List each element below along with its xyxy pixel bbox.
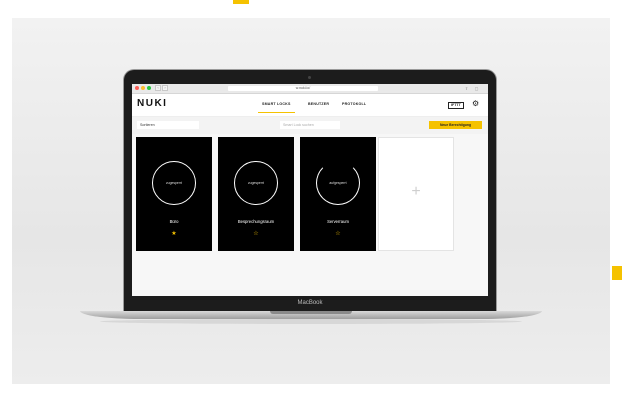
gear-icon[interactable]: ⚙ bbox=[472, 100, 479, 108]
sort-select[interactable]: Sortieren bbox=[137, 121, 199, 129]
lock-name: Büro bbox=[169, 219, 179, 224]
lock-state-label: aufgesperrt bbox=[329, 181, 347, 185]
lock-name: Serverraum bbox=[327, 219, 349, 224]
accent-bar-top bbox=[233, 0, 249, 4]
search-input[interactable]: Smart Lock suchen bbox=[280, 121, 340, 129]
new-permission-button[interactable]: Neue Berechtigung bbox=[429, 121, 482, 129]
laptop-base bbox=[80, 311, 542, 319]
add-lock-card[interactable]: + bbox=[378, 137, 454, 251]
app-header: NUKI SMART LOCKS BENUTZER PROTOKOLL IFTT… bbox=[132, 94, 488, 117]
forward-icon[interactable]: › bbox=[162, 85, 168, 91]
lock-name: Besprechungsraum bbox=[237, 219, 275, 224]
locks-grid: zugesperrt Büro ★ zugesperrt Besprechung… bbox=[132, 134, 488, 296]
base-notch bbox=[270, 311, 352, 314]
camera-icon bbox=[308, 76, 311, 79]
plus-icon: + bbox=[411, 183, 421, 200]
close-window-button[interactable] bbox=[135, 86, 139, 90]
address-bar[interactable]: w.nuki.io/ bbox=[228, 86, 378, 91]
minimize-window-button[interactable] bbox=[141, 86, 145, 90]
laptop-lid: ‹ › w.nuki.io/ ⇪ ▢ NUKI SMART LOCKS BENU… bbox=[124, 70, 496, 312]
laptop-shadow bbox=[100, 319, 522, 324]
zoom-window-button[interactable] bbox=[147, 86, 151, 90]
filter-toolbar: Sortieren Smart Lock suchen Neue Berecht… bbox=[132, 117, 488, 134]
tab-smart-locks[interactable]: SMART LOCKS bbox=[258, 102, 295, 113]
tab-benutzer[interactable]: BENUTZER bbox=[308, 102, 329, 106]
favorite-star-icon[interactable]: ★ bbox=[136, 231, 212, 237]
nuki-logo[interactable]: NUKI bbox=[137, 98, 167, 109]
share-icon[interactable]: ⇪ bbox=[464, 86, 469, 91]
ifttt-button[interactable]: IFTTT bbox=[448, 102, 464, 109]
lock-state-label: zugesperrt bbox=[247, 181, 265, 185]
lock-state-label: zugesperrt bbox=[165, 181, 183, 185]
back-icon[interactable]: ‹ bbox=[155, 85, 161, 91]
browser-toolbar: ‹ › w.nuki.io/ ⇪ ▢ bbox=[132, 84, 488, 94]
device-label: MacBook bbox=[297, 300, 323, 306]
favorite-star-icon[interactable]: ☆ bbox=[300, 231, 376, 237]
lock-card-buero[interactable]: zugesperrt Büro ★ bbox=[136, 137, 212, 251]
accent-bar-right bbox=[612, 266, 622, 280]
lock-card-serverraum[interactable]: aufgesperrt Serverraum ☆ bbox=[300, 137, 376, 251]
lock-card-besprechungsraum[interactable]: zugesperrt Besprechungsraum ☆ bbox=[218, 137, 294, 251]
laptop-screen: ‹ › w.nuki.io/ ⇪ ▢ NUKI SMART LOCKS BENU… bbox=[132, 84, 488, 296]
favorite-star-icon[interactable]: ☆ bbox=[218, 231, 294, 237]
tabs-icon[interactable]: ▢ bbox=[474, 86, 479, 91]
tab-protokoll[interactable]: PROTOKOLL bbox=[342, 102, 366, 106]
